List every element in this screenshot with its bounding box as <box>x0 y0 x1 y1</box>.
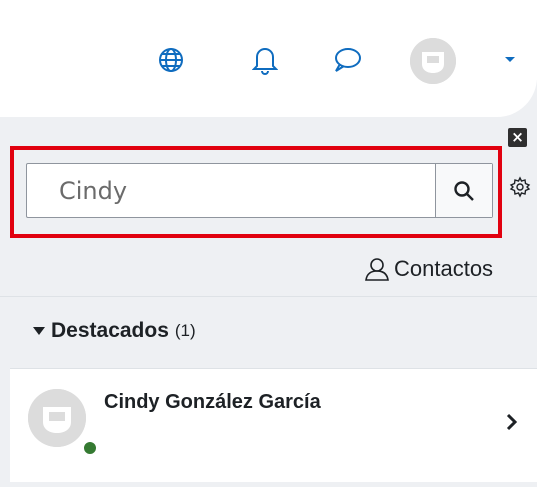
bell-icon <box>252 48 278 75</box>
notifications-button[interactable] <box>248 40 282 80</box>
contact-item[interactable]: Cindy González García <box>10 368 537 488</box>
chat-icon <box>335 48 361 72</box>
section-count: (1) <box>174 321 196 340</box>
default-avatar-icon <box>28 389 86 447</box>
search-field <box>26 163 493 218</box>
language-button[interactable] <box>154 40 188 80</box>
caret-down-icon[interactable] <box>503 52 517 66</box>
drawer-bottom-edge <box>0 482 537 487</box>
top-navbar <box>0 0 537 117</box>
contacts-link[interactable]: Contactos <box>364 252 493 286</box>
section-starred-toggle[interactable]: Destacados (1) <box>33 314 196 348</box>
caret-down-icon <box>33 327 45 335</box>
online-status-dot <box>82 440 98 456</box>
gear-icon[interactable] <box>509 176 531 198</box>
section-label: Destacados <box>51 319 169 342</box>
globe-icon <box>159 48 183 72</box>
search-button[interactable] <box>435 164 492 217</box>
contact-avatar <box>28 389 86 447</box>
close-drawer-button[interactable]: × <box>508 128 527 147</box>
user-icon <box>365 258 389 281</box>
search-icon <box>454 180 474 201</box>
messages-button[interactable] <box>330 40 364 80</box>
contact-name: Cindy González García <box>104 391 321 413</box>
default-avatar-icon <box>410 38 456 84</box>
search-input[interactable] <box>27 164 435 217</box>
contacts-label: Contactos <box>394 256 494 281</box>
divider <box>0 296 537 297</box>
chevron-right-icon[interactable] <box>504 410 520 434</box>
user-avatar[interactable] <box>410 38 456 84</box>
